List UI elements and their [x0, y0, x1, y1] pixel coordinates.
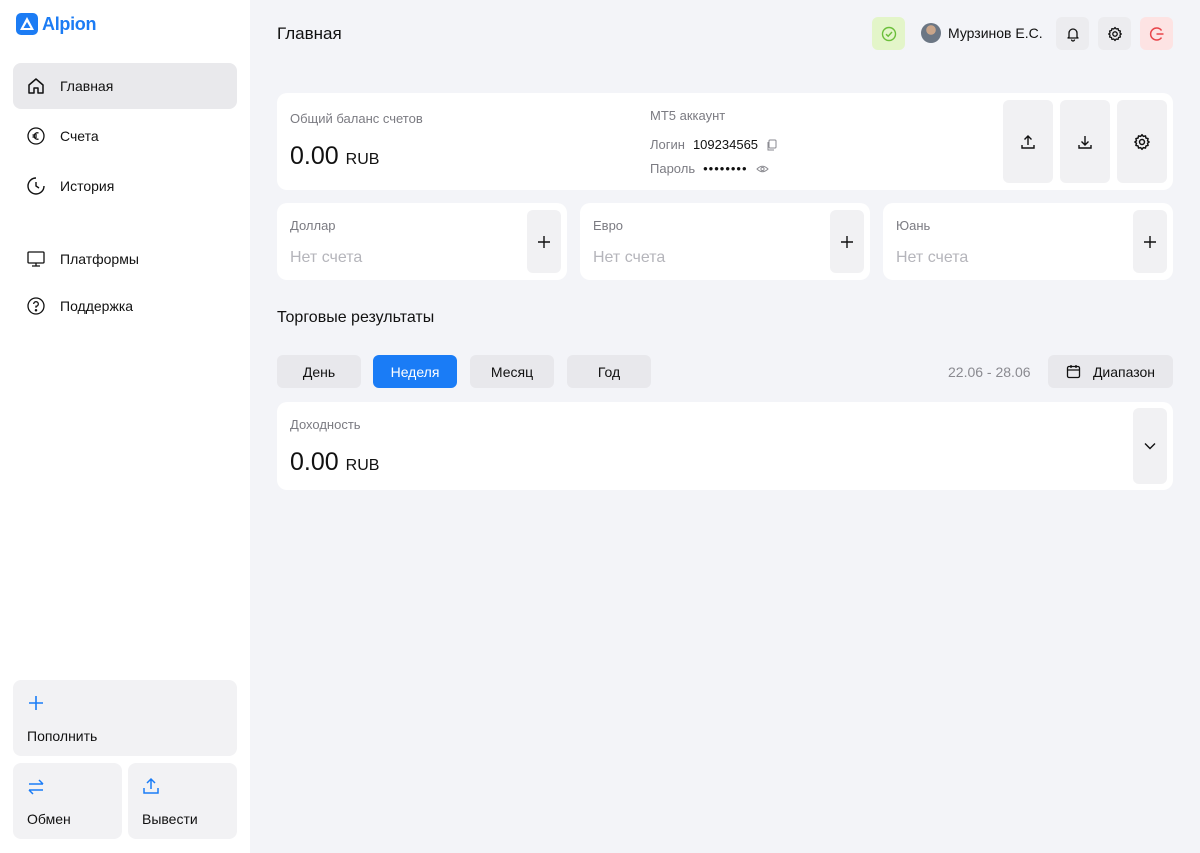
currency-status: Нет счета [896, 249, 969, 266]
withdraw-button[interactable]: Вывести [128, 763, 237, 839]
sidebar-item-accounts[interactable]: Счета [13, 113, 237, 159]
balance-value: 0.00 [290, 142, 339, 170]
copy-icon[interactable] [766, 139, 778, 151]
period-tab-month[interactable]: Месяц [470, 355, 554, 388]
home-icon [28, 78, 44, 94]
download-icon [1078, 135, 1092, 149]
add-usd-account-button[interactable] [527, 210, 561, 273]
main-content: Главная Мурзинов Е.С. Общий баланс счето… [250, 0, 1200, 853]
balance-card: Общий баланс счетов 0.00 RUB MT5 аккаунт… [277, 93, 1173, 190]
date-range-text: 22.06 - 28.06 [948, 364, 1031, 380]
sidebar-item-home[interactable]: Главная [13, 63, 237, 109]
expand-yield-button[interactable] [1133, 408, 1167, 484]
sidebar-item-label: История [60, 178, 115, 194]
balance-currency: RUB [345, 151, 380, 168]
yield-amount: 0.00 RUB [290, 448, 379, 477]
sidebar-item-label: Счета [60, 128, 99, 144]
monitor-icon [27, 251, 45, 267]
brand-logo[interactable]: Alpion [16, 13, 96, 35]
sidebar-item-label: Поддержка [60, 298, 134, 314]
trading-results-title: Торговые результаты [277, 309, 435, 326]
mt5-login-row: Логин 109234565 [650, 137, 778, 152]
euro-icon [27, 127, 45, 145]
avatar [921, 23, 941, 43]
help-icon [27, 297, 45, 315]
balance-amount: 0.00 RUB [290, 142, 379, 171]
sidebar: Alpion Главная Счета История Платформы П… [0, 0, 250, 853]
yield-currency: RUB [345, 457, 380, 474]
sidebar-item-support[interactable]: Поддержка [13, 283, 237, 329]
withdraw-label: Вывести [142, 811, 198, 827]
currency-name: Юань [896, 218, 931, 233]
brand-name: Alpion [42, 13, 97, 34]
check-circle-icon [881, 26, 896, 41]
currency-card-cny: Юань Нет счета [883, 203, 1173, 280]
clock-icon [27, 177, 45, 195]
period-tab-week[interactable]: Неделя [373, 355, 457, 388]
chevron-down-icon [1144, 443, 1156, 450]
period-tab-year[interactable]: Год [567, 355, 651, 388]
mt5-password-row: Пароль •••••••• [650, 161, 769, 176]
logout-button[interactable] [1140, 17, 1173, 50]
sidebar-item-platforms[interactable]: Платформы [13, 236, 237, 282]
calendar-icon [1066, 365, 1081, 379]
currency-status: Нет счета [290, 249, 363, 266]
gear-icon [1107, 26, 1122, 41]
add-cny-account-button[interactable] [1133, 210, 1167, 273]
currency-name: Евро [593, 218, 624, 233]
verification-status-button[interactable] [872, 17, 905, 50]
bell-icon [1066, 27, 1079, 42]
add-eur-account-button[interactable] [830, 210, 864, 273]
mt5-login-label: Логин [650, 137, 685, 152]
deposit-button[interactable]: Пополнить [13, 680, 237, 756]
currency-name: Доллар [290, 218, 336, 233]
exchange-label: Обмен [27, 811, 71, 827]
mt5-deposit-button[interactable] [1003, 100, 1053, 183]
gear-icon [1134, 133, 1150, 150]
sidebar-item-history[interactable]: История [13, 163, 237, 209]
currency-card-eur: Евро Нет счета [580, 203, 870, 280]
page-title: Главная [277, 24, 342, 43]
mt5-settings-button[interactable] [1117, 100, 1167, 183]
period-tab-day[interactable]: День [277, 355, 361, 388]
yield-card: Доходность 0.00 RUB [277, 402, 1173, 490]
yield-value: 0.00 [290, 448, 339, 476]
eye-icon[interactable] [755, 163, 769, 175]
mt5-password-label: Пароль [650, 161, 696, 176]
currency-card-usd: Доллар Нет счета [277, 203, 567, 280]
exchange-button[interactable]: Обмен [13, 763, 122, 839]
sidebar-item-label: Платформы [60, 251, 139, 267]
date-range-label: Диапазон [1092, 363, 1156, 380]
mt5-login-value: 109234565 [692, 137, 759, 152]
balance-label: Общий баланс счетов [290, 111, 423, 126]
plus-icon [538, 235, 550, 248]
mt5-password-value: •••••••• [703, 161, 748, 176]
yield-label: Доходность [290, 417, 361, 432]
plus-icon [841, 235, 853, 248]
settings-button[interactable] [1098, 17, 1131, 50]
user-profile[interactable]: Мурзинов Е.С. [921, 23, 1043, 43]
upload-icon [143, 777, 159, 794]
sidebar-item-label: Главная [60, 78, 114, 94]
deposit-label: Пополнить [27, 728, 98, 744]
alpion-logo-icon [16, 13, 38, 35]
currency-status: Нет счета [593, 249, 666, 266]
mt5-withdraw-button[interactable] [1060, 100, 1110, 183]
plus-icon [1144, 235, 1156, 248]
logout-icon [1149, 26, 1163, 41]
exchange-icon [28, 779, 44, 795]
mt5-title: MT5 аккаунт [650, 108, 726, 123]
date-range-button[interactable]: Диапазон [1048, 355, 1173, 388]
plus-icon [29, 696, 43, 710]
notifications-button[interactable] [1056, 17, 1089, 50]
user-name: Мурзинов Е.С. [948, 25, 1043, 41]
upload-icon [1021, 134, 1035, 149]
